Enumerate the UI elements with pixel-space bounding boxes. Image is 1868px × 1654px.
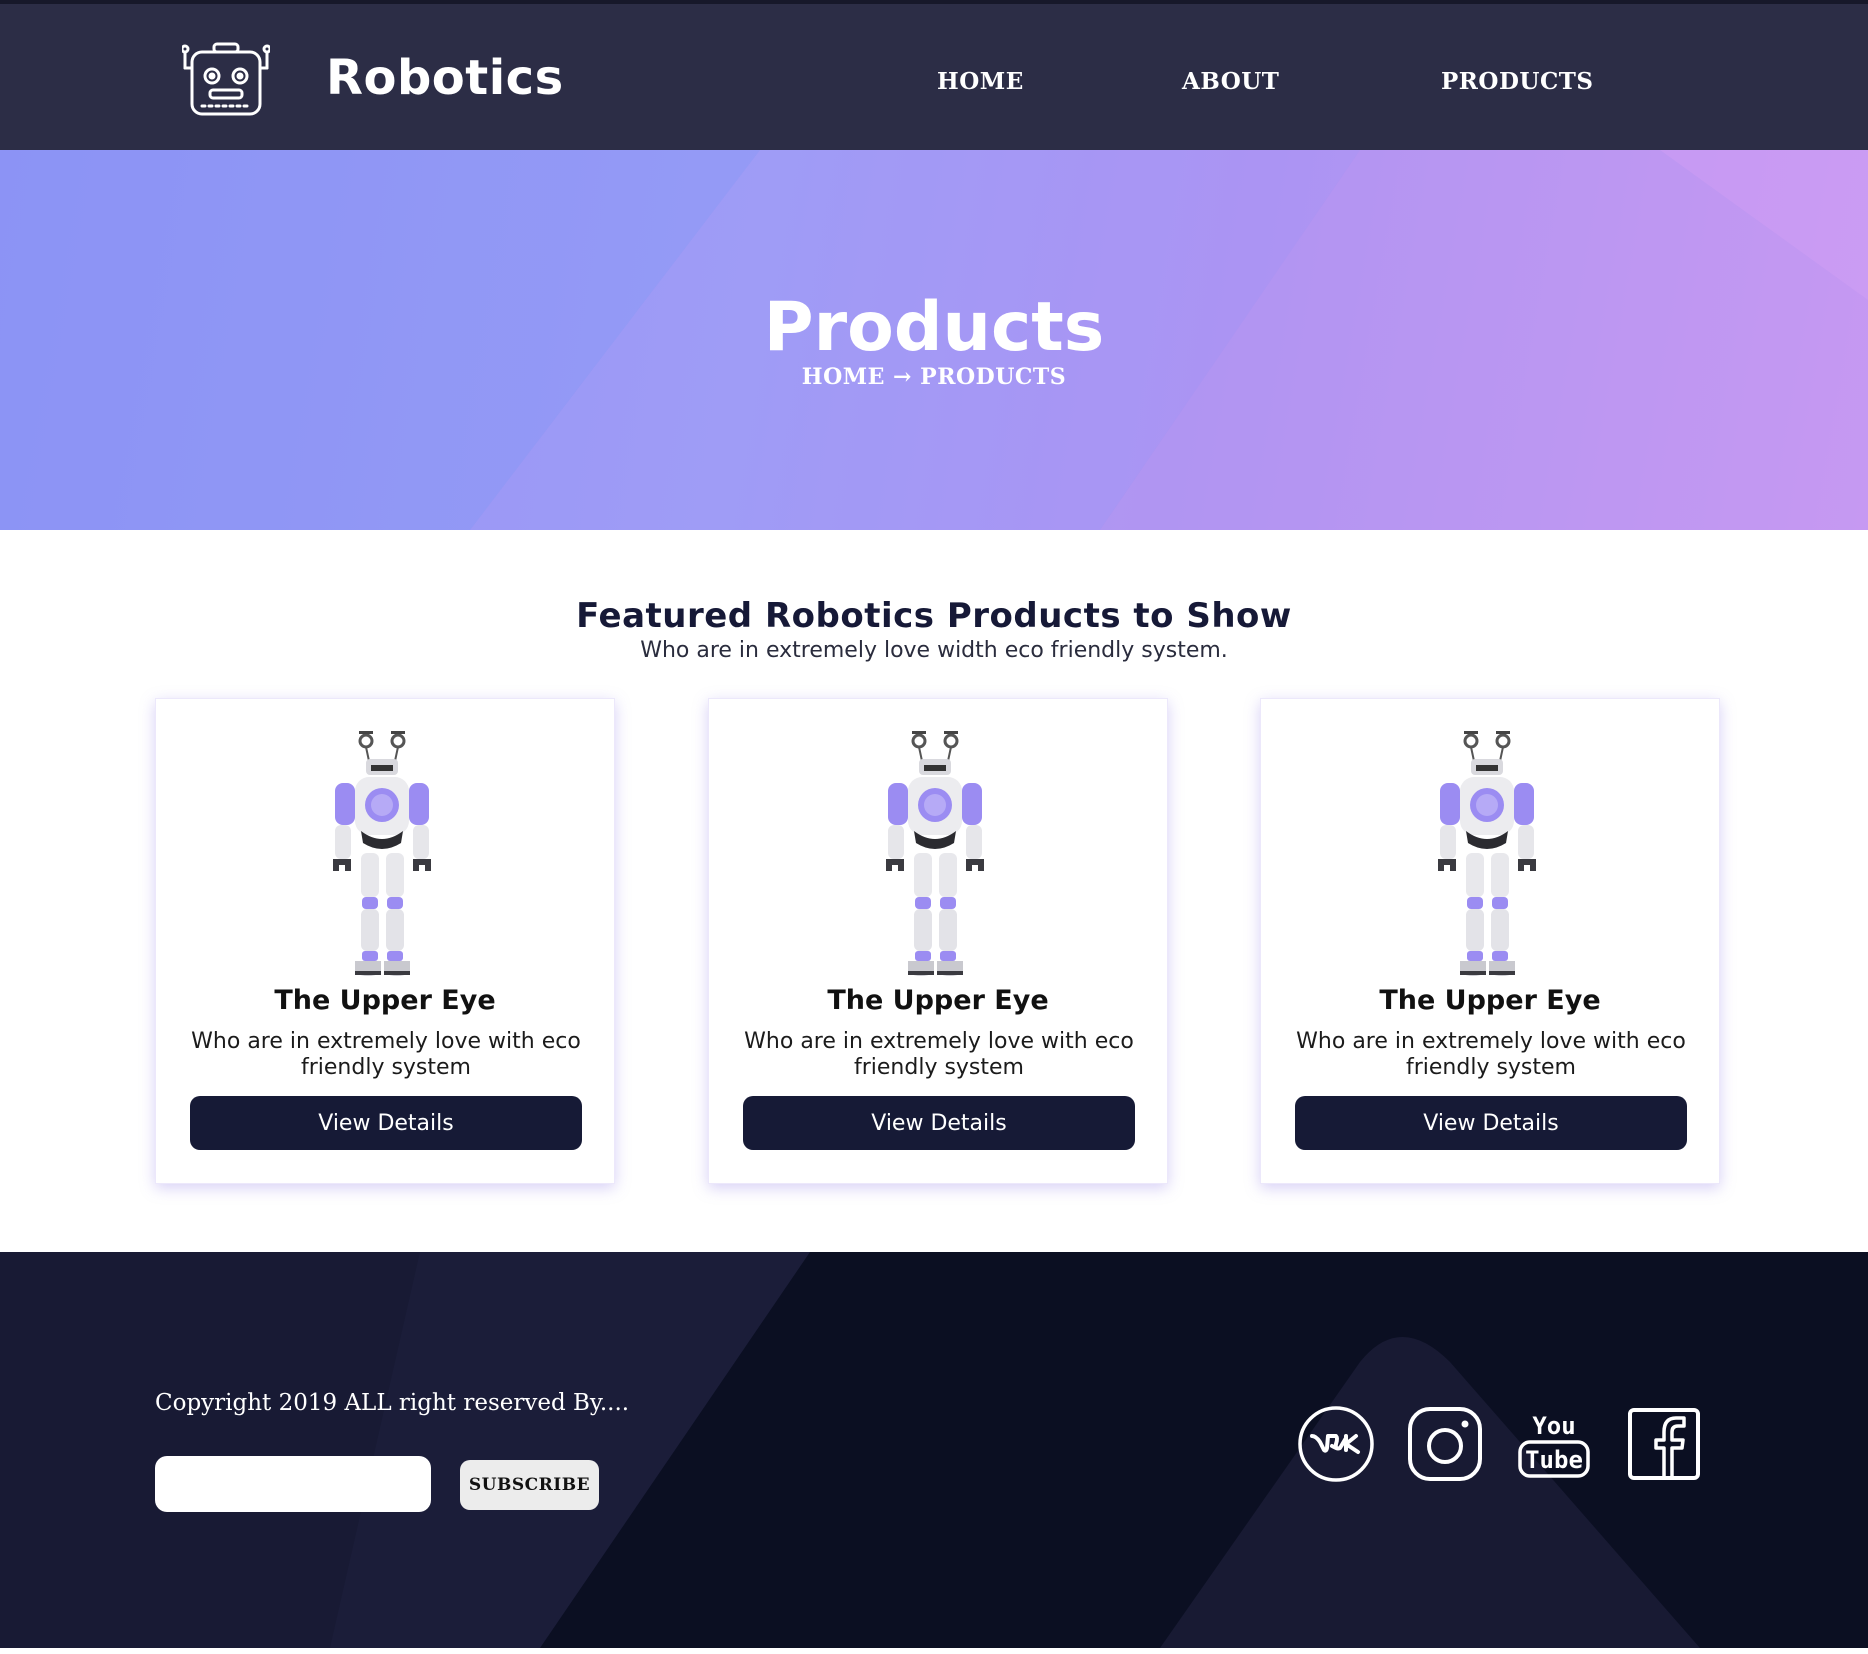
robot-product-image — [333, 731, 431, 976]
card-description: Who are in extremely love with eco frien… — [744, 1029, 1134, 1080]
product-card: The Upper Eye Who are in extremely love … — [708, 698, 1168, 1184]
featured-section-title: Featured Robotics Products to Show — [576, 596, 1292, 636]
youtube-text-top: You — [1532, 1412, 1575, 1440]
subscribe-email-input[interactable] — [155, 1456, 431, 1512]
facebook-icon[interactable] — [1624, 1404, 1704, 1484]
nav-home-link[interactable]: HOME — [937, 68, 1024, 95]
site-header: Robotics HOME ABOUT PRODUCTS — [0, 0, 1868, 150]
card-description: Who are in extremely love with eco frien… — [191, 1029, 581, 1080]
breadcrumb-home-link[interactable]: HOME — [802, 364, 885, 390]
breadcrumb-current: PRODUCTS — [920, 364, 1067, 390]
nav-products-link[interactable]: PRODUCTS — [1441, 68, 1593, 95]
nav-about-link[interactable]: ABOUT — [1182, 68, 1279, 95]
hero-banner: Products HOME → PRODUCTS — [0, 150, 1868, 530]
page-title: Products — [763, 288, 1105, 367]
product-card: The Upper Eye Who are in extremely love … — [155, 698, 615, 1184]
instagram-icon[interactable] — [1405, 1404, 1485, 1484]
card-title: The Upper Eye — [827, 985, 1049, 1016]
brand-name[interactable]: Robotics — [326, 50, 564, 106]
card-title: The Upper Eye — [1379, 985, 1601, 1016]
breadcrumb-arrow-icon: → — [893, 364, 912, 390]
featured-section-subtitle: Who are in extremely love width eco frie… — [640, 638, 1228, 663]
card-description: Who are in extremely love with eco frien… — [1296, 1029, 1686, 1080]
vk-icon[interactable] — [1296, 1404, 1376, 1484]
robot-product-image — [1438, 731, 1536, 976]
youtube-icon[interactable]: You Tube — [1514, 1404, 1594, 1484]
robot-logo-icon[interactable] — [182, 40, 270, 120]
view-details-button[interactable]: View Details — [1295, 1096, 1687, 1150]
youtube-text-bottom: Tube — [1525, 1446, 1583, 1474]
copyright-text: Copyright 2019 ALL right reserved By.... — [155, 1390, 630, 1416]
subscribe-button[interactable]: SUBSCRIBE — [460, 1460, 599, 1510]
view-details-button[interactable]: View Details — [190, 1096, 582, 1150]
card-title: The Upper Eye — [274, 985, 496, 1016]
view-details-button[interactable]: View Details — [743, 1096, 1135, 1150]
breadcrumb: HOME → PRODUCTS — [0, 364, 1868, 390]
robot-product-image — [886, 731, 984, 976]
product-card: The Upper Eye Who are in extremely love … — [1260, 698, 1720, 1184]
site-footer: Copyright 2019 ALL right reserved By....… — [0, 1252, 1868, 1648]
